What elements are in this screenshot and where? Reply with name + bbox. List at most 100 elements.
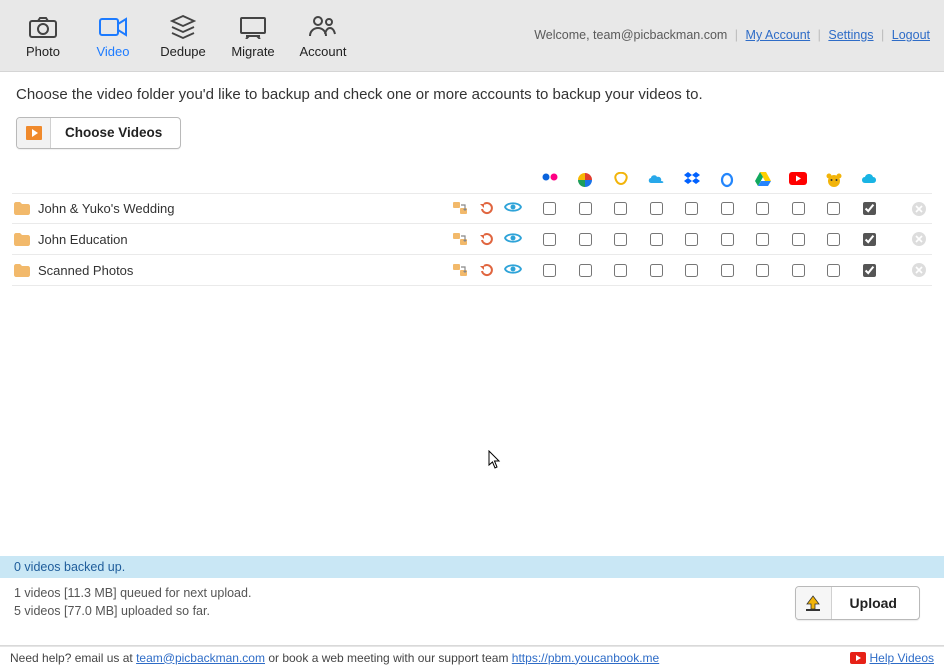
service-header-google-drive[interactable]: [745, 172, 781, 188]
folder-icon: [14, 264, 30, 277]
service-checkbox[interactable]: [863, 233, 876, 246]
logout-link[interactable]: Logout: [892, 28, 930, 42]
upload-icon: [796, 587, 832, 619]
service-checkbox[interactable]: [792, 202, 805, 215]
footer-help-email[interactable]: team@picbackman.com: [136, 651, 265, 665]
footer: Need help? email us at team@picbackman.c…: [0, 646, 944, 668]
service-checkbox[interactable]: [650, 264, 663, 277]
service-checkbox[interactable]: [579, 233, 592, 246]
tab-photo[interactable]: Photo: [8, 0, 78, 71]
service-header-youtube[interactable]: [781, 172, 817, 188]
service-checkbox[interactable]: [614, 264, 627, 277]
folder-icon: [14, 233, 30, 246]
folder-name[interactable]: Scanned Photos: [38, 263, 133, 278]
folder-icon: [14, 202, 30, 215]
upload-label: Upload: [832, 587, 919, 619]
folder-name[interactable]: John Education: [38, 232, 128, 247]
service-checkbox[interactable]: [792, 233, 805, 246]
settings-link[interactable]: Settings: [828, 28, 873, 42]
help-videos-link[interactable]: Help Videos: [870, 651, 935, 665]
tab-dedupe[interactable]: Dedupe: [148, 0, 218, 71]
service-checkbox[interactable]: [756, 202, 769, 215]
tab-migrate[interactable]: Migrate: [218, 0, 288, 71]
tab-video[interactable]: Video: [78, 0, 148, 71]
service-checkbox[interactable]: [756, 264, 769, 277]
service-checkbox[interactable]: [650, 233, 663, 246]
service-checkbox[interactable]: [827, 202, 840, 215]
service-checkbox[interactable]: [792, 264, 805, 277]
folder-grid: John & Yuko's Wedding John Education Scann…: [12, 167, 932, 286]
main-toolbar: Photo Video Dedupe Migrate A: [0, 0, 944, 72]
tab-video-label: Video: [96, 44, 129, 59]
service-checkbox[interactable]: [685, 202, 698, 215]
welcome-text: Welcome, team@picbackman.com: [534, 28, 727, 42]
service-checkbox[interactable]: [650, 202, 663, 215]
smugmug-icon: [613, 172, 629, 188]
reassign-button[interactable]: [453, 232, 469, 247]
grid-header: [12, 167, 932, 193]
service-checkbox[interactable]: [543, 202, 556, 215]
service-header-onedrive[interactable]: [639, 172, 675, 188]
reassign-button[interactable]: [453, 201, 469, 216]
status-backed-up: 0 videos backed up.: [0, 556, 944, 578]
status-uploaded: 5 videos [77.0 MB] uploaded so far.: [14, 604, 251, 618]
status-queued: 1 videos [11.3 MB] queued for next uploa…: [14, 586, 251, 600]
service-checkbox[interactable]: [614, 233, 627, 246]
migrate-icon: [238, 12, 268, 42]
play-icon: [17, 118, 51, 148]
remove-folder-button[interactable]: [912, 232, 926, 246]
service-checkbox[interactable]: [863, 264, 876, 277]
preview-button[interactable]: [504, 201, 522, 216]
service-checkbox[interactable]: [614, 202, 627, 215]
reassign-button[interactable]: [453, 263, 469, 278]
service-checkbox[interactable]: [543, 233, 556, 246]
my-account-link[interactable]: My Account: [746, 28, 811, 42]
service-checkbox[interactable]: [863, 202, 876, 215]
service-header-smugmug[interactable]: [603, 172, 639, 188]
preview-button[interactable]: [504, 232, 522, 247]
service-checkbox[interactable]: [756, 233, 769, 246]
choose-videos-label: Choose Videos: [51, 118, 180, 148]
service-checkbox[interactable]: [685, 233, 698, 246]
footer-help-prefix: Need help? email us at: [10, 651, 136, 665]
service-header-google-photos[interactable]: [568, 172, 604, 188]
tab-account-label: Account: [300, 44, 347, 59]
footer-help-book[interactable]: https://pbm.youcanbook.me: [512, 651, 659, 665]
tab-photo-label: Photo: [26, 44, 60, 59]
reset-button[interactable]: [479, 201, 494, 216]
preview-button[interactable]: [504, 263, 522, 278]
service-checkbox[interactable]: [827, 233, 840, 246]
service-checkbox[interactable]: [543, 264, 556, 277]
bear-icon: [826, 172, 842, 188]
tab-dedupe-label: Dedupe: [160, 44, 206, 59]
service-header-box[interactable]: [710, 172, 746, 188]
service-checkbox[interactable]: [721, 233, 734, 246]
reset-button[interactable]: [479, 232, 494, 247]
service-checkbox[interactable]: [579, 264, 592, 277]
service-header-dropbox[interactable]: [674, 172, 710, 188]
service-checkbox[interactable]: [721, 202, 734, 215]
service-header-bear[interactable]: [816, 172, 852, 188]
reset-button[interactable]: [479, 263, 494, 278]
dropbox-icon: [684, 172, 700, 188]
google-photos-icon: [577, 172, 593, 188]
account-icon: [308, 12, 338, 42]
folder-name[interactable]: John & Yuko's Wedding: [38, 201, 174, 216]
cursor-icon: [488, 450, 502, 470]
service-checkbox[interactable]: [685, 264, 698, 277]
remove-folder-button[interactable]: [912, 202, 926, 216]
tab-account[interactable]: Account: [288, 0, 358, 71]
upload-button[interactable]: Upload: [795, 586, 920, 620]
footer-help-mid: or book a web meeting with our support t…: [268, 651, 511, 665]
service-checkbox[interactable]: [827, 264, 840, 277]
folder-row: Scanned Photos: [12, 255, 932, 286]
video-icon: [98, 12, 128, 42]
service-checkbox[interactable]: [721, 264, 734, 277]
camera-icon: [28, 12, 58, 42]
service-header-pcloud[interactable]: [852, 172, 888, 188]
service-header-flickr[interactable]: [532, 172, 568, 188]
remove-folder-button[interactable]: [912, 263, 926, 277]
account-links: Welcome, team@picbackman.com | My Accoun…: [534, 28, 930, 42]
service-checkbox[interactable]: [579, 202, 592, 215]
choose-videos-button[interactable]: Choose Videos: [16, 117, 181, 149]
